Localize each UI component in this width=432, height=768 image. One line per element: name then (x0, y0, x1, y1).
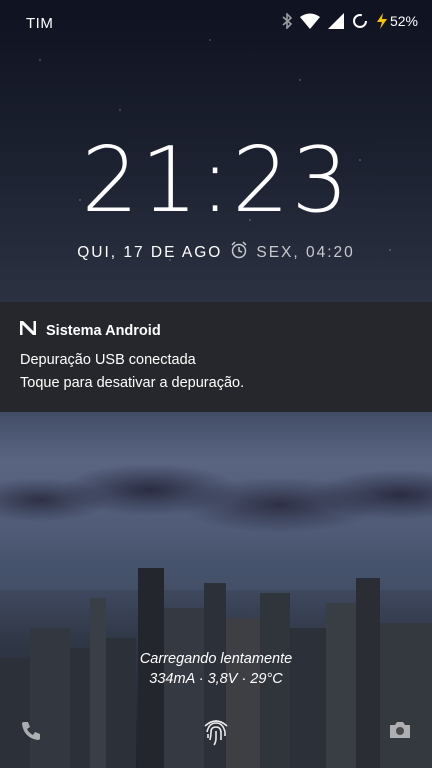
charging-bolt-icon (376, 13, 388, 29)
notification-text: Toque para desativar a depuração. (20, 375, 245, 391)
fingerprint-icon[interactable] (199, 714, 233, 753)
charging-status: Carregando lentamente 334mA · 3,8V · 29°… (0, 651, 432, 687)
charging-details: 334mA · 3,8V · 29°C (149, 671, 283, 687)
notification-usb-debugging[interactable]: Sistema Android Depuração USB conectada … (0, 302, 432, 412)
android-system-icon (19, 317, 37, 340)
lockscreen-date: QUI, 17 DE AGO (77, 243, 223, 261)
notification-app-name: Sistema Android (46, 322, 161, 339)
bluetooth-icon (282, 13, 292, 29)
status-bar: TIM 52% (0, 0, 432, 48)
battery-percent: 52% (389, 13, 418, 29)
sync-icon (352, 13, 368, 29)
wifi-icon (299, 13, 320, 29)
camera-shortcut-icon[interactable] (388, 720, 412, 745)
alarm-clock-icon (230, 241, 248, 264)
carrier-name: TIM (26, 15, 54, 32)
charging-label: Carregando lentamente (139, 651, 293, 667)
date-alarm-row: QUI, 17 DE AGO SEX, 04:20 (0, 241, 432, 264)
wallpaper-clouds (0, 445, 432, 555)
signal-icon (327, 13, 344, 29)
next-alarm-time: SEX, 04:20 (256, 243, 355, 261)
lockscreen-clock: 21:23 (81, 128, 351, 233)
notification-title: Depuração USB conectada (20, 352, 196, 368)
phone-shortcut-icon[interactable] (20, 720, 42, 747)
